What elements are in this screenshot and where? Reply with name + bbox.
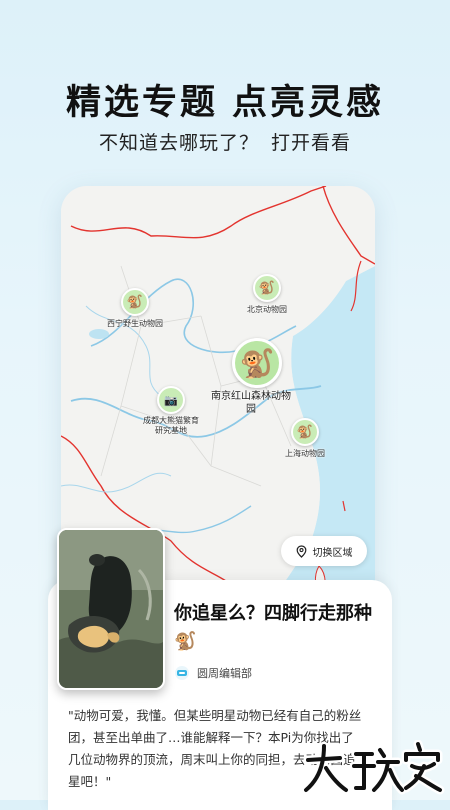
poi-beijing[interactable]: 🐒 北京动物园 — [247, 274, 287, 315]
monkey-icon: 🐒 — [291, 418, 319, 446]
switch-region-button[interactable]: 切换区域 — [281, 536, 367, 566]
poi-label: 北京动物园 — [247, 305, 287, 314]
poi-nanjing[interactable]: 🐒 南京红山森林动物园 — [211, 338, 291, 416]
camera-icon: 📷 — [157, 386, 185, 414]
poi-xining[interactable]: 🐒 西宁野生动物园 — [107, 288, 163, 329]
author-row[interactable]: 圆周编辑部 — [175, 665, 252, 681]
headline: 精选专题 点亮灵感 — [0, 74, 450, 125]
poi-shanghai[interactable]: 🐒 上海动物园 — [285, 418, 325, 459]
subheadline: 不知道去哪玩了？ 打开看看 — [0, 128, 450, 155]
headline-part-2: 点亮灵感 — [232, 83, 385, 123]
bird-photo — [59, 530, 163, 688]
monkey-icon: 🐒 — [232, 338, 282, 388]
article-title[interactable]: 你追星么？四脚行走那种 🐒 — [174, 600, 374, 656]
subheadline-part-1: 不知道去哪玩了？ — [98, 132, 259, 154]
poi-chengdu[interactable]: 📷 成都大熊猫繁育研究基地 — [141, 386, 201, 436]
poi-label: 西宁野生动物园 — [107, 319, 163, 328]
subheadline-part-2: 打开看看 — [271, 132, 352, 154]
watermark-logo — [301, 740, 445, 795]
location-pin-icon — [296, 544, 306, 558]
monkey-icon: 🐒 — [253, 274, 281, 302]
poi-label: 上海动物园 — [285, 449, 325, 458]
author-name: 圆周编辑部 — [197, 667, 252, 680]
poi-label: 南京红山森林动物园 — [211, 391, 291, 415]
author-logo-icon — [177, 670, 187, 676]
poi-label: 成都大熊猫繁育研究基地 — [143, 416, 199, 435]
switch-region-label: 切换区域 — [312, 547, 353, 559]
monkey-emoji: 🐒 — [174, 631, 197, 652]
article-photo[interactable] — [57, 528, 165, 690]
headline-part-1: 精选专题 — [65, 83, 218, 123]
monkey-icon: 🐒 — [121, 288, 149, 316]
author-avatar — [175, 666, 189, 680]
article-title-text: 你追星么？四脚行走那种 — [174, 603, 372, 624]
lake — [89, 329, 109, 339]
